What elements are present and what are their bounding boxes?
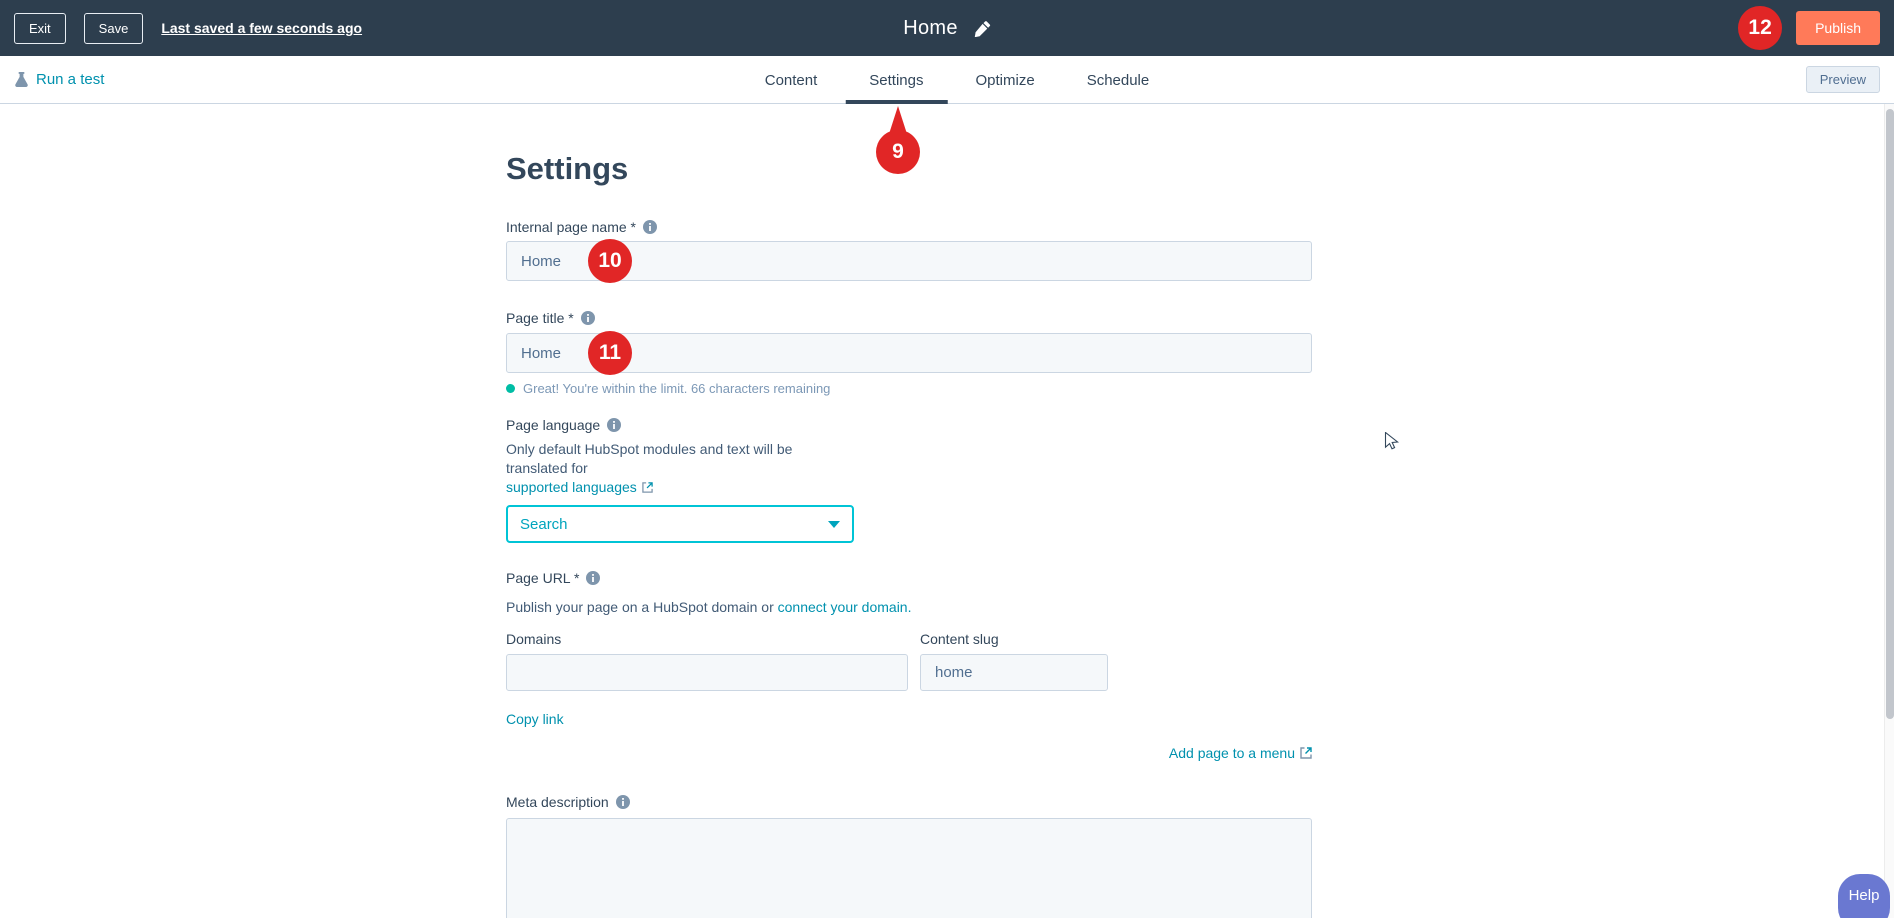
info-icon[interactable] (581, 311, 595, 325)
tab-schedule[interactable]: Schedule (1063, 56, 1174, 104)
internal-page-name-group: Internal page name * 10 (506, 218, 1312, 281)
domains-input[interactable] (506, 654, 908, 691)
meta-description-group: Meta description (506, 793, 1312, 918)
page-title-label: Page title * (506, 309, 574, 327)
meta-description-input[interactable] (506, 818, 1312, 918)
page-language-select[interactable]: Search (506, 505, 854, 543)
page-title-group-form: Page title * 11 Great! You're within the… (506, 309, 1312, 396)
settings-form: Settings Internal page name * 10 Page ti… (506, 150, 1312, 918)
tab-optimize[interactable]: Optimize (952, 56, 1059, 104)
info-icon[interactable] (586, 571, 600, 585)
scrollbar-thumb[interactable] (1886, 109, 1894, 719)
add-page-to-menu-link[interactable]: Add page to a menu (1169, 745, 1312, 761)
flask-icon (14, 72, 29, 88)
internal-page-name-label: Internal page name * (506, 218, 636, 236)
success-dot-icon (506, 384, 515, 393)
vertical-scrollbar[interactable] (1884, 104, 1894, 918)
info-icon[interactable] (643, 220, 657, 234)
page-language-helper: Only default HubSpot modules and text wi… (506, 441, 792, 476)
supported-languages-link[interactable]: supported languages (506, 478, 653, 497)
tab-bar: Content Settings Optimize Schedule (741, 56, 1174, 104)
supported-languages-label: supported languages (506, 478, 637, 497)
preview-button[interactable]: Preview (1806, 66, 1880, 93)
content-slug-input[interactable] (920, 654, 1108, 691)
page-url-group: Page URL * Publish your page on a HubSpo… (506, 569, 1312, 761)
annotation-badge-9: 9 (876, 130, 920, 174)
mouse-cursor (1384, 432, 1402, 457)
info-icon[interactable] (607, 418, 621, 432)
annotation-badge-11: 11 (588, 331, 632, 375)
run-a-test-link[interactable]: Run a test (14, 71, 104, 88)
editor-nav-bar: Run a test Content Settings Optimize Sch… (0, 56, 1894, 104)
page-title-group: Home (903, 0, 991, 56)
domains-slug-row: Domains Content slug (506, 630, 1312, 691)
add-page-to-menu-label: Add page to a menu (1169, 745, 1295, 761)
annotation-badge-12: 12 (1738, 6, 1782, 50)
external-link-icon (1300, 747, 1312, 759)
edit-pencil-icon[interactable] (974, 20, 991, 37)
tab-content[interactable]: Content (741, 56, 842, 104)
chevron-down-icon (828, 521, 840, 528)
page-language-selected-value: Search (520, 516, 828, 533)
page-language-label: Page language (506, 416, 600, 434)
content-slug-label: Content slug (920, 630, 999, 648)
topbar-left-group: Exit Save Last saved a few seconds ago (14, 13, 362, 44)
copy-link-button[interactable]: Copy link (506, 711, 564, 727)
domains-label: Domains (506, 630, 561, 648)
tab-settings[interactable]: Settings (845, 56, 947, 104)
topbar-right-group: 12 Publish (1738, 6, 1880, 50)
save-button[interactable]: Save (84, 13, 144, 44)
last-saved-link[interactable]: Last saved a few seconds ago (161, 20, 362, 36)
help-button[interactable]: Help (1838, 874, 1890, 918)
external-link-icon (642, 482, 653, 493)
page-url-helper: Publish your page on a HubSpot domain or (506, 599, 774, 615)
publish-button[interactable]: Publish (1796, 11, 1880, 45)
title-length-status: Great! You're within the limit. 66 chara… (523, 381, 830, 396)
page-url-label: Page URL * (506, 569, 579, 587)
run-a-test-label: Run a test (36, 71, 104, 88)
annotation-badge-10: 10 (588, 239, 632, 283)
editor-top-bar: Exit Save Last saved a few seconds ago H… (0, 0, 1894, 56)
info-icon[interactable] (616, 795, 630, 809)
page-language-group: Page language Only default HubSpot modul… (506, 416, 1312, 543)
meta-description-label: Meta description (506, 793, 609, 811)
connect-your-domain-link[interactable]: connect your domain. (778, 599, 912, 615)
page-title: Home (903, 17, 958, 40)
exit-button[interactable]: Exit (14, 13, 66, 44)
